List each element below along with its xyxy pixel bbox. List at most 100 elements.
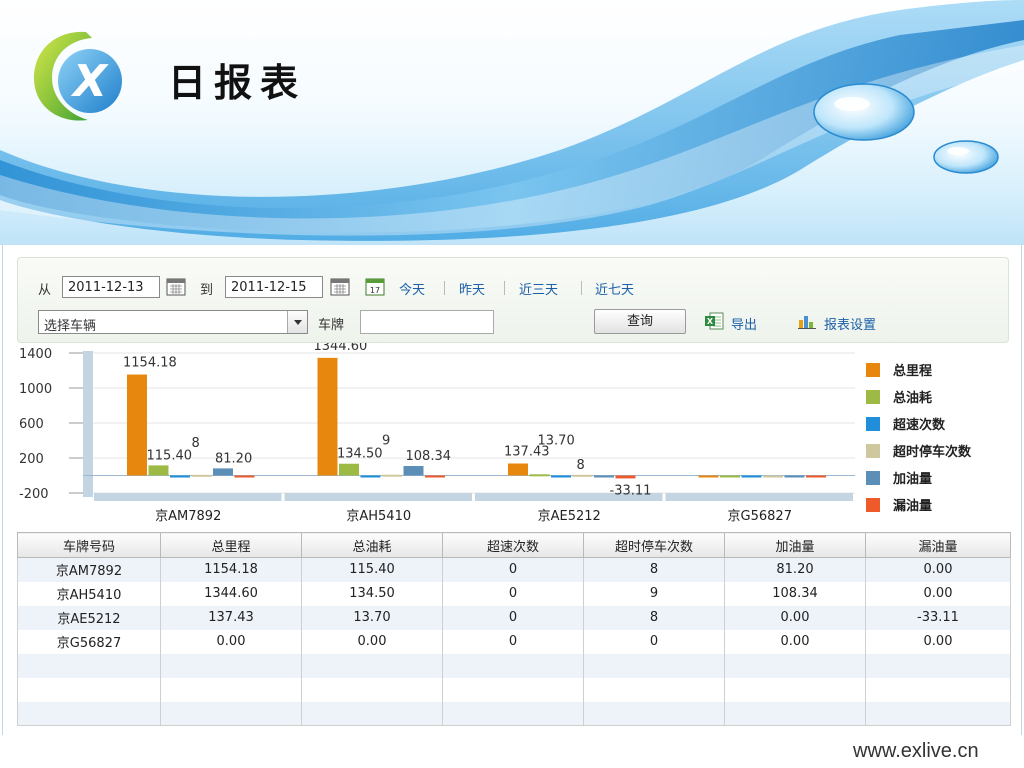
table-header-row: 车牌号码 总里程 总油耗 超速次数 超时停车次数 加油量 漏油量 (17, 532, 1011, 558)
legend-swatch (866, 417, 880, 431)
table-cell (442, 653, 584, 678)
y-tick-label: 1400 (19, 347, 52, 362)
divider (444, 281, 445, 295)
x-axis-band (94, 493, 282, 501)
table-cell (865, 653, 1011, 678)
quick-range-today[interactable]: 今天 (399, 279, 425, 298)
table-cell: 134.50 (301, 581, 443, 606)
filter-toolbar: 从 到 17 今天 昨天 近三天 (17, 257, 1009, 343)
chevron-down-icon[interactable] (287, 311, 307, 333)
table-cell: 0 (442, 581, 584, 606)
column-header[interactable]: 加油量 (724, 532, 866, 558)
legend-label: 加油量 (892, 471, 932, 487)
report-table: 车牌号码 总里程 总油耗 超速次数 超时停车次数 加油量 漏油量 京AM7892 1154.1… (17, 532, 1011, 726)
table-cell (301, 701, 443, 726)
table-cell: 0 (442, 605, 584, 630)
x-tick-label: 京AH5410 (346, 509, 411, 524)
excel-export-icon[interactable]: X (704, 312, 724, 330)
legend-swatch (866, 444, 880, 458)
plate-label: 车牌 (318, 318, 345, 333)
quick-range-last7days[interactable]: 近七天 (595, 279, 634, 298)
table-row[interactable] (17, 677, 1011, 702)
table-cell: 0.00 (160, 629, 302, 654)
table-cell (442, 701, 584, 726)
table-cell: 1344.60 (160, 581, 302, 606)
table-cell: 0 (442, 629, 584, 654)
table-cell: 京AH5410 (17, 581, 161, 606)
table-row[interactable] (17, 653, 1011, 678)
y-tick-label: 200 (19, 452, 44, 467)
legend-swatch (866, 498, 880, 512)
column-header[interactable]: 漏油量 (865, 532, 1011, 558)
table-cell: 13.70 (301, 605, 443, 630)
divider (581, 281, 582, 295)
table-cell (17, 701, 161, 726)
calendar-icon[interactable] (166, 278, 186, 296)
table-row[interactable]: 京AM7892 1154.18 115.40 0 8 81.20 0.00 (17, 557, 1011, 582)
vehicle-select[interactable]: 选择车辆 (38, 310, 308, 334)
bar-1-4 (403, 466, 424, 476)
vehicle-select-value: 选择车辆 (44, 319, 97, 334)
calendar-icon[interactable] (330, 278, 350, 296)
table-row[interactable]: 京AE5212 137.43 13.70 0 8 0.00 -33.11 (17, 605, 1011, 630)
plate-input[interactable] (360, 310, 494, 334)
column-header[interactable]: 超时停车次数 (583, 532, 725, 558)
x-axis-band (665, 493, 853, 501)
report-panel: 从 到 17 今天 昨天 近三天 (2, 245, 1022, 735)
data-label: -33.11 (610, 483, 652, 498)
table-cell: 8 (583, 605, 725, 630)
column-header[interactable]: 总里程 (160, 532, 302, 558)
table-cell (442, 677, 584, 702)
legend-label: 总油耗 (893, 390, 932, 406)
x-tick-label: 京AE5212 (538, 509, 601, 524)
table-cell: 1154.18 (160, 557, 302, 582)
calendar-day-icon[interactable]: 17 (365, 278, 385, 296)
column-header[interactable]: 总油耗 (301, 532, 443, 558)
bar-1-5 (425, 475, 445, 478)
table-cell (583, 653, 725, 678)
table-row[interactable]: 京AH5410 1344.60 134.50 0 9 108.34 0.00 (17, 581, 1011, 606)
legend-swatch (866, 390, 880, 404)
table-cell (583, 677, 725, 702)
data-label: 1154.18 (123, 356, 177, 371)
table-cell (865, 677, 1011, 702)
table-cell: 115.40 (301, 557, 443, 582)
quick-range-last3days[interactable]: 近三天 (519, 279, 558, 298)
quick-range-yesterday[interactable]: 昨天 (459, 279, 485, 298)
bar-2-5 (615, 475, 636, 479)
data-label: 13.70 (538, 433, 575, 448)
bar-2-4 (594, 475, 614, 478)
to-date-input[interactable] (225, 276, 323, 298)
legend-label: 超时停车次数 (893, 444, 972, 460)
wave-decoration (0, 0, 1024, 241)
bar-2-0 (508, 463, 528, 476)
query-button[interactable]: 查询 (594, 309, 686, 334)
bar-chart-icon[interactable] (798, 313, 818, 329)
column-header[interactable]: 车牌号码 (17, 532, 161, 558)
legend-swatch (866, 471, 880, 485)
bar-2-3 (572, 474, 593, 477)
table-cell (17, 653, 161, 678)
bar-2-1 (529, 474, 550, 477)
export-link[interactable]: 导出 (731, 314, 757, 333)
table-cell: 京AE5212 (17, 605, 161, 630)
bar-0-5 (234, 475, 255, 478)
table-cell (301, 677, 443, 702)
table-cell: 0.00 (865, 629, 1011, 654)
table-cell: 0.00 (865, 581, 1011, 606)
bar-0-4 (213, 468, 233, 476)
table-cell: 0 (442, 557, 584, 582)
bar-1-2 (360, 475, 381, 478)
column-header[interactable]: 超速次数 (442, 532, 584, 558)
y-tick-label: -200 (19, 487, 49, 502)
table-cell (583, 701, 725, 726)
y-tick-label: 600 (19, 417, 44, 432)
bar-0-0 (127, 374, 147, 476)
table-row[interactable] (17, 701, 1011, 726)
table-row[interactable]: 京G56827 0.00 0.00 0 0 0.00 0.00 (17, 629, 1011, 654)
from-date-input[interactable] (62, 276, 160, 298)
report-settings-link[interactable]: 报表设置 (824, 314, 876, 333)
bar-3-2 (741, 475, 762, 478)
table-cell (724, 653, 866, 678)
table-cell (160, 653, 302, 678)
